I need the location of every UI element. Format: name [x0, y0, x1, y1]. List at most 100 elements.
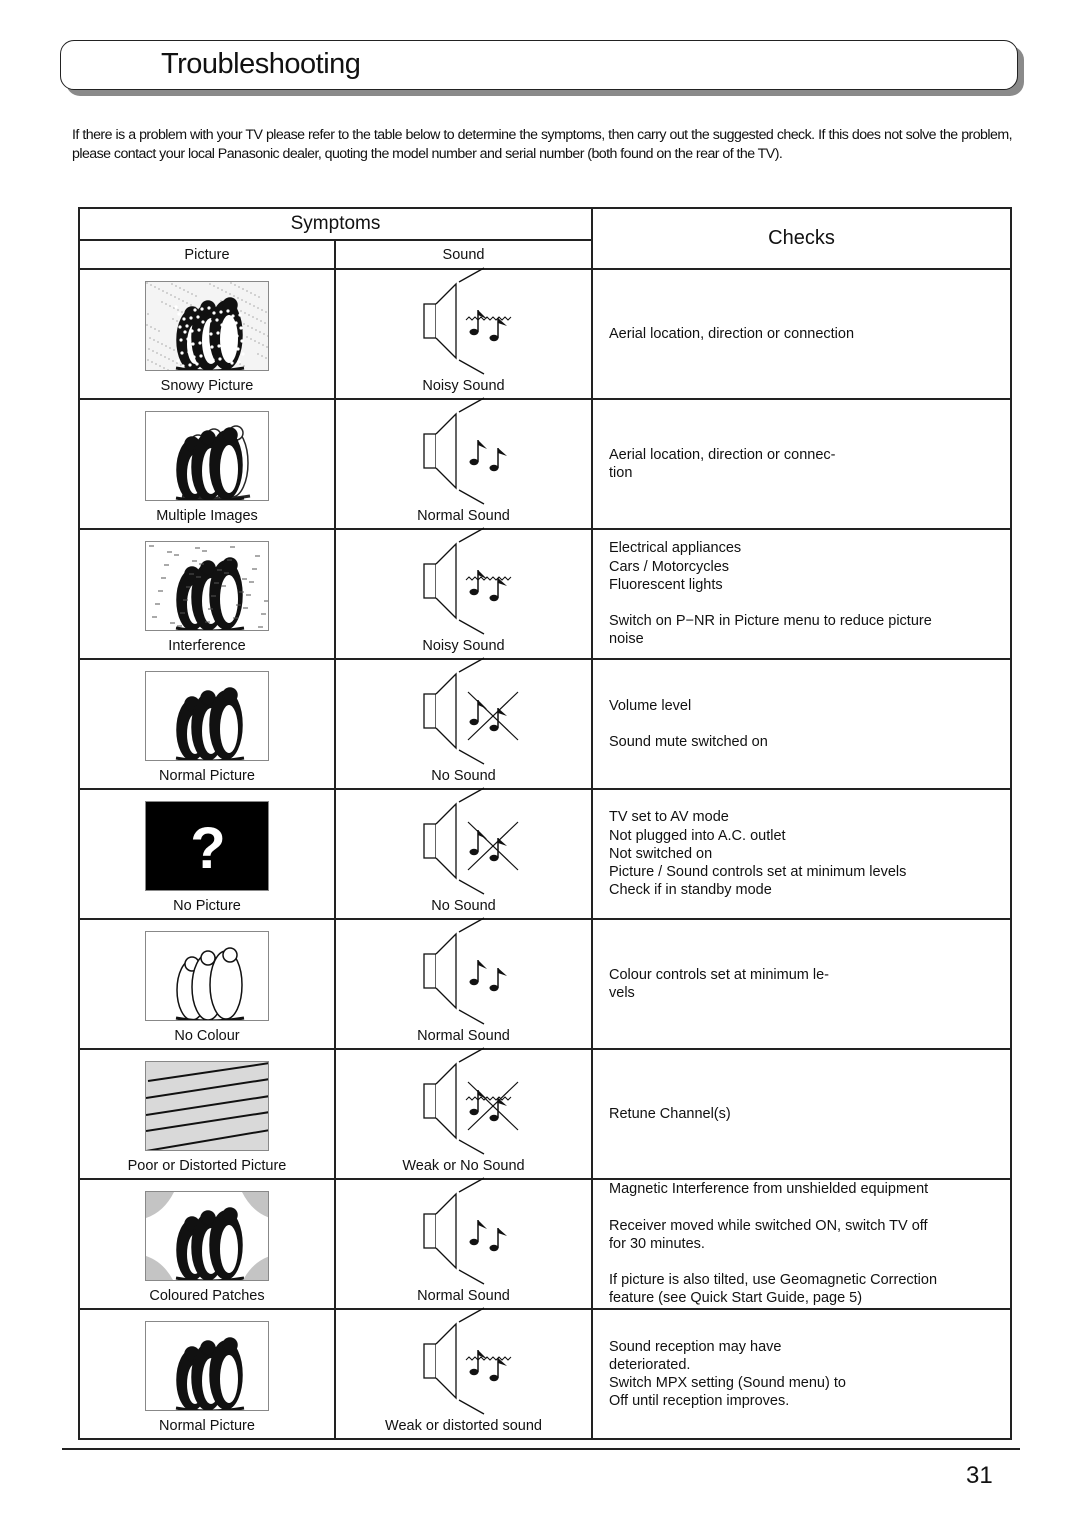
- sound-symptom-label: Noisy Sound: [422, 638, 505, 654]
- troubleshooting-table: Symptoms Checks Picture Sound Snowy Pict…: [78, 207, 1012, 1440]
- check-line: Switch MPX setting (Sound menu) to: [609, 1375, 846, 1391]
- table-row: Normal Picture No Sound Volume level Sound…: [78, 657, 1012, 790]
- noisy-speaker-icon: [414, 1307, 524, 1415]
- header-symptoms: Symptoms: [78, 207, 593, 241]
- picture-symptom-label: Normal Picture: [159, 768, 255, 784]
- check-line: Not switched on: [609, 845, 713, 862]
- outline-penguins-icon: [145, 931, 269, 1021]
- distorted-lines-icon: [145, 1061, 269, 1151]
- penguins-icon: [145, 671, 269, 761]
- check-line: Switch on P−NR in Picture menu to reduce…: [609, 613, 932, 630]
- sound-symptom-label: Normal Sound: [417, 1028, 510, 1044]
- sound-symptom-label: No Sound: [431, 898, 496, 914]
- picture-symptom-label: Interference: [168, 638, 246, 654]
- check-line: Not plugged into A.C. outlet: [609, 827, 786, 844]
- picture-symptom-label: No Colour: [174, 1028, 240, 1044]
- picture-symptom-cell: Multiple Images: [78, 398, 336, 530]
- sound-symptom-cell: Weak or No Sound: [334, 1047, 593, 1180]
- sound-symptom-label: Weak or distorted sound: [385, 1418, 542, 1434]
- picture-symptom-cell: ? No Picture: [78, 788, 336, 920]
- picture-symptom-cell: No Colour: [78, 918, 336, 1050]
- table-row: Multiple Images Normal Sound Aerial locat…: [78, 397, 1012, 530]
- check-line: Fluorescent lights: [609, 576, 723, 593]
- checks-cell: Colour controls set at minimum le-vels: [591, 918, 1012, 1050]
- picture-symptom-cell: Poor or Distorted Picture: [78, 1048, 336, 1180]
- picture-symptom-label: Coloured Patches: [149, 1288, 265, 1304]
- check-line: for 30 minutes.: [609, 1235, 705, 1252]
- page-title: Troubleshooting: [161, 48, 361, 80]
- sound-symptom-cell: Noisy Sound: [334, 527, 593, 660]
- check-line: Sound mute switched on: [609, 734, 768, 750]
- checks-cell: Aerial location, direction or connec-tio…: [591, 398, 1012, 530]
- picture-symptom-label: Poor or Distorted Picture: [127, 1158, 287, 1174]
- check-line: Electrical appliances: [609, 540, 742, 557]
- snowy-penguins-icon: [145, 281, 269, 371]
- ghost-penguins-icon: [145, 411, 269, 501]
- check-line: Aerial location, direction or connection: [609, 325, 855, 342]
- sound-symptom-label: Weak or No Sound: [402, 1158, 525, 1174]
- picture-symptom-cell: Interference: [78, 528, 336, 660]
- picture-symptom-cell: Snowy Picture: [78, 268, 336, 400]
- sound-symptom-cell: No Sound: [334, 657, 593, 790]
- checks-cell: Magnetic Interference from unshielded eq…: [591, 1178, 1012, 1310]
- check-line: Check if in standby mode: [609, 882, 772, 899]
- sound-symptom-cell: Normal Sound: [334, 917, 593, 1050]
- patched-penguins-icon: [145, 1191, 269, 1281]
- footer-rule: [62, 1448, 1020, 1450]
- picture-symptom-cell: Normal Picture: [78, 658, 336, 790]
- normal-speaker-icon: [414, 1177, 524, 1285]
- title-banner: Troubleshooting: [60, 40, 1018, 90]
- table-row: Poor or Distorted Picture Weak or No Sou…: [78, 1047, 1012, 1180]
- check-line: Colour controls set at minimum le-: [609, 966, 829, 983]
- sound-symptom-label: Normal Sound: [417, 1288, 510, 1304]
- sound-symptom-cell: Normal Sound: [334, 1177, 593, 1310]
- muted-speaker-icon: [414, 657, 524, 765]
- checks-cell: Retune Channel(s): [591, 1048, 1012, 1180]
- table-row: Snowy Picture Noisy Sound Aerial location…: [78, 267, 1012, 400]
- checks-cell: Aerial location, direction or connection: [591, 268, 1012, 400]
- sound-symptom-label: No Sound: [431, 768, 496, 784]
- interference-penguins-icon: [145, 541, 269, 631]
- intro-paragraph: If there is a problem with your TV pleas…: [72, 127, 1013, 162]
- table-row: ? No Picture No Sound TV set to AV mode No…: [78, 787, 1012, 920]
- checks-cell: Sound reception may have deteriorated. Swi…: [591, 1308, 1012, 1440]
- penguins-icon: [145, 1321, 269, 1411]
- sound-symptom-cell: Weak or distorted sound: [334, 1307, 593, 1440]
- muted-speaker-icon: [414, 787, 524, 895]
- check-line: Sound reception may have: [609, 1338, 782, 1355]
- check-line: noise: [609, 631, 644, 648]
- check-line: Retune Channel(s): [609, 1105, 731, 1122]
- sound-symptom-cell: No Sound: [334, 787, 593, 920]
- check-line: tion: [609, 465, 633, 481]
- sound-symptom-cell: Normal Sound: [334, 397, 593, 530]
- check-line: Off until reception improves.: [609, 1393, 790, 1410]
- picture-symptom-cell: Coloured Patches: [78, 1178, 336, 1310]
- checks-cell: TV set to AV mode Not plugged into A.C. o…: [591, 788, 1012, 920]
- check-line: Receiver moved while switched ON, switch…: [609, 1217, 928, 1234]
- sound-symptom-cell: Noisy Sound: [334, 267, 593, 400]
- weak-muted-speaker-icon: [414, 1047, 524, 1155]
- table-row: No Colour Normal Sound Colour controls se…: [78, 917, 1012, 1050]
- check-line: deteriorated.: [609, 1356, 691, 1373]
- normal-speaker-icon: [414, 397, 524, 505]
- picture-symptom-label: Snowy Picture: [160, 378, 254, 394]
- check-line: If picture is also tilted, use Geomagnet…: [609, 1272, 938, 1289]
- check-line: Picture / Sound controls set at minimum …: [609, 864, 907, 881]
- check-line: Aerial location, direction or connec-: [609, 446, 836, 463]
- header-picture: Picture: [78, 239, 336, 270]
- noisy-speaker-icon: [414, 527, 524, 635]
- noisy-speaker-icon: [414, 267, 524, 375]
- check-line: feature (see Quick Start Guide, page 5): [609, 1290, 863, 1307]
- check-line: Volume level: [609, 697, 692, 714]
- picture-symptom-label: No Picture: [173, 898, 241, 914]
- picture-symptom-label: Normal Picture: [159, 1418, 255, 1434]
- svg-text:?: ?: [190, 816, 225, 881]
- normal-speaker-icon: [414, 917, 524, 1025]
- checks-cell: Volume level Sound mute switched on: [591, 658, 1012, 790]
- question-mark-icon: ?: [145, 801, 269, 891]
- page-number: 31: [966, 1462, 993, 1489]
- table-row: Interference Noisy Sound Electrical appli…: [78, 527, 1012, 660]
